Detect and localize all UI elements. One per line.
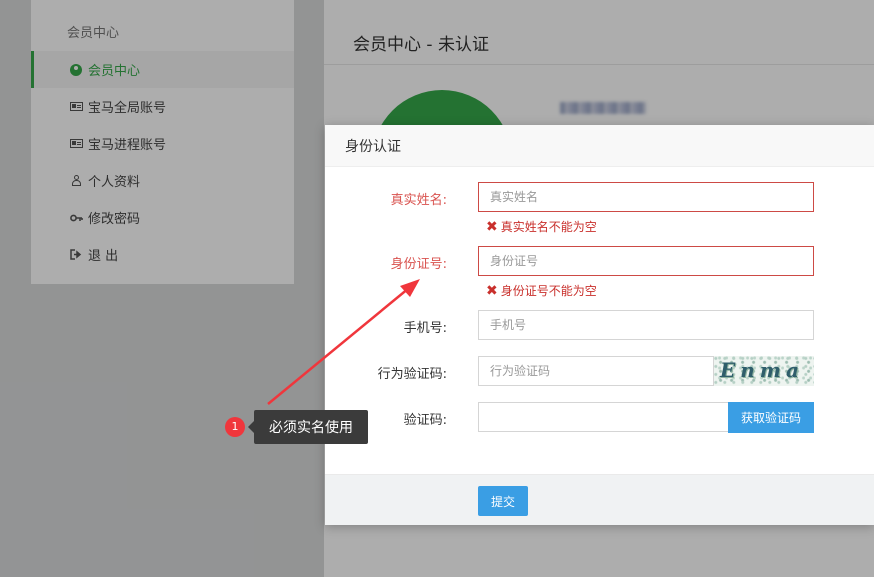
annotation-arrow — [267, 279, 420, 405]
annotation-tooltip: 必须实名使用 — [248, 410, 368, 444]
annotation-number-badge: 1 — [225, 417, 245, 437]
